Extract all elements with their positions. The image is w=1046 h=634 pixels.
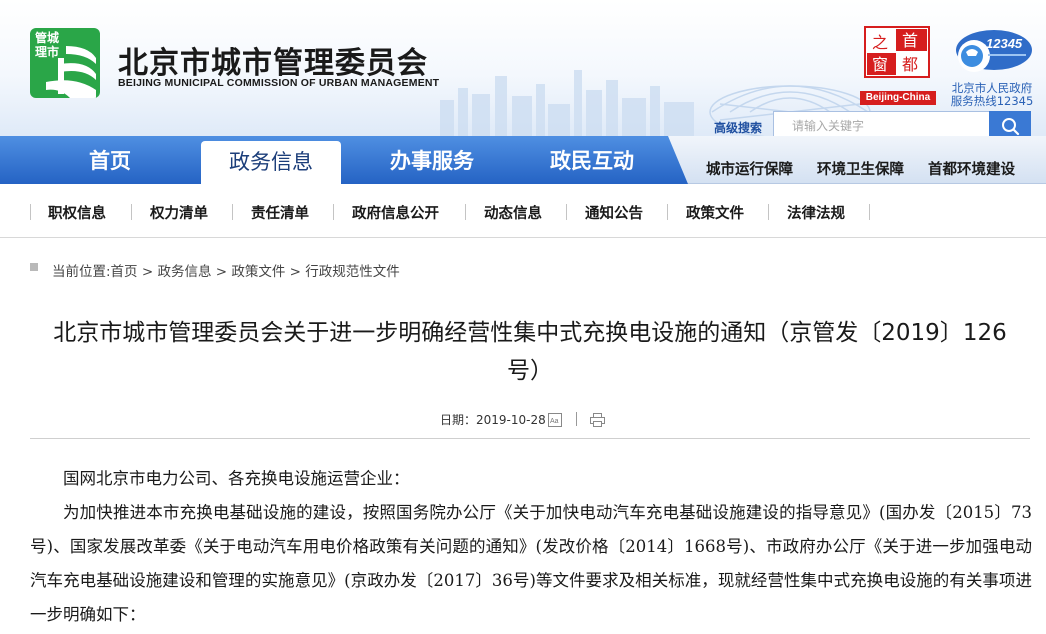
article-title-line: 号） — [507, 358, 553, 384]
article-body-paragraph: 为加快推进本市充换电基础设施的建设，按照国务院办公厅《关于加快电动汽车充电基础设… — [30, 503, 1032, 624]
meta-divider — [576, 412, 577, 426]
nav-government-info[interactable]: 政务信息 — [201, 141, 341, 184]
seal-char: 都 — [902, 55, 918, 74]
search-icon — [1002, 118, 1020, 136]
hotline-12345-icon[interactable]: 12345 — [950, 26, 1034, 78]
nav-interaction[interactable]: 政民互动 — [522, 136, 662, 184]
nav-divider — [333, 204, 334, 220]
article-salutation: 国网北京市电力公司、各充换电设施运营企业： — [63, 469, 410, 488]
subnav-notices[interactable]: 通知公告 — [585, 202, 643, 223]
capital-window-seal-icon[interactable]: 之 首 窗 都 — [864, 26, 930, 78]
nav-divider — [869, 204, 870, 220]
hotline-number: 12345 — [986, 36, 1023, 51]
svg-text:Aa: Aa — [550, 418, 559, 425]
search-input[interactable] — [773, 111, 989, 136]
city-management-logo[interactable]: 管城 理市 — [30, 28, 100, 98]
subnav-power-list[interactable]: 权力清单 — [150, 202, 208, 223]
date-value: 2019-10-28 — [476, 413, 546, 427]
nav-divider — [667, 204, 668, 220]
link-city-operations[interactable]: 城市运行保障 — [706, 158, 793, 179]
seal-char: 之 — [872, 33, 888, 52]
breadcrumb[interactable]: 当前位置:首页 > 政务信息 > 政策文件 > 行政规范性文件 — [52, 260, 400, 280]
subnav-responsibility-list[interactable]: 责任清单 — [251, 202, 309, 223]
nav-divider — [232, 204, 233, 220]
subnav-news[interactable]: 动态信息 — [484, 202, 542, 223]
nav-divider — [768, 204, 769, 220]
article-title: 北京市城市管理委员会关于进一步明确经营性集中式充换电设施的通知（京管发〔2019… — [30, 314, 1030, 390]
print-icon[interactable] — [590, 413, 605, 427]
font-size-icon[interactable]: Aa — [548, 413, 562, 427]
date-label: 日期： — [440, 413, 477, 427]
seal-char: 首 — [902, 31, 918, 50]
nav-divider — [566, 204, 567, 220]
subnav-laws[interactable]: 法律法规 — [787, 202, 845, 223]
nav-divider — [465, 204, 466, 220]
logo-emblem-icon — [46, 46, 96, 98]
nav-home[interactable]: 首页 — [40, 136, 180, 184]
seal-char: 窗 — [872, 55, 888, 74]
site-subtitle: BEIJING MUNICIPAL COMMISSION OF URBAN MA… — [118, 77, 440, 89]
article-date: 日期：2019-10-28 — [440, 411, 546, 428]
advanced-search-link[interactable]: 高级搜索 — [714, 119, 762, 136]
subnav-policy-documents[interactable]: 政策文件 — [686, 202, 744, 223]
search-button[interactable] — [989, 111, 1031, 136]
link-sanitation[interactable]: 环境卫生保障 — [817, 158, 904, 179]
nav-divider — [30, 204, 31, 220]
nav-divider — [131, 204, 132, 220]
hotline-caption-line2: 服务热线12345 — [950, 94, 1034, 108]
nav-services[interactable]: 办事服务 — [362, 136, 502, 184]
seal-caption: Beijing-China — [860, 91, 936, 105]
article-divider — [30, 438, 1030, 439]
subnav-authority-info[interactable]: 职权信息 — [48, 202, 106, 223]
article-title-line: 北京市城市管理委员会关于进一步明确经营性集中式充换电设施的通知（京管发〔2019… — [53, 320, 1007, 346]
site-title: 北京市城市管理委员会 — [118, 46, 428, 81]
breadcrumb-bullet-icon — [30, 263, 38, 271]
site-header: 管城 理市 北京市城市管理委员会 BEIJING MUNICIPAL COMMI… — [0, 0, 1046, 136]
subnav-info-disclosure[interactable]: 政府信息公开 — [352, 202, 439, 223]
link-capital-environment[interactable]: 首都环境建设 — [928, 158, 1015, 179]
